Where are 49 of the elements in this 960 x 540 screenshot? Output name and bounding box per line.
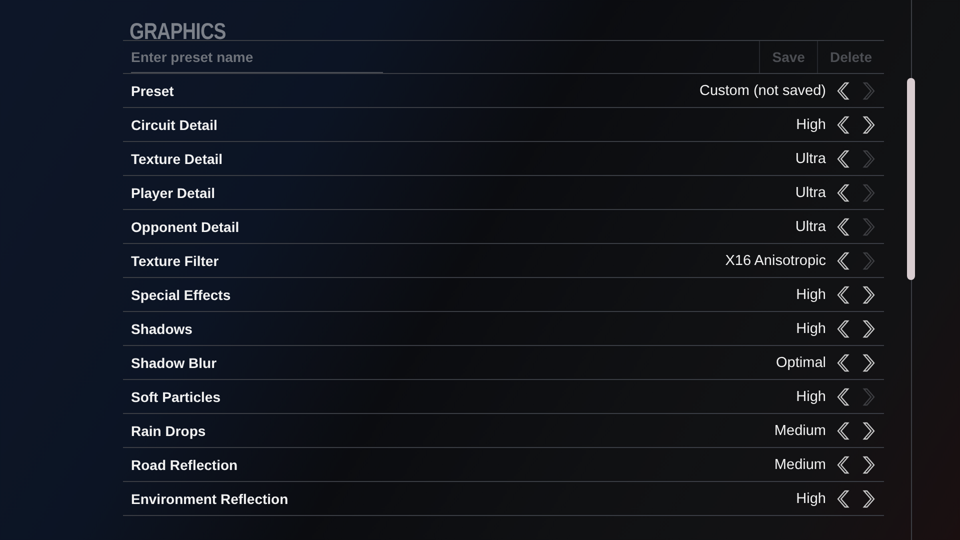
setting-label: Circuit Detail	[131, 116, 218, 132]
page-title: GRAPHICS	[128, 17, 226, 40]
setting-label: Soft Particles	[131, 388, 220, 404]
preset-name-field[interactable]: Enter preset name	[131, 41, 383, 73]
previous-button[interactable]	[836, 286, 852, 304]
setting-label: Shadow Blur	[131, 354, 217, 370]
setting-label: Road Reflection	[131, 456, 238, 472]
previous-button[interactable]	[836, 490, 852, 508]
setting-value: High	[796, 490, 826, 506]
previous-button[interactable]	[836, 184, 852, 202]
next-button[interactable]	[860, 286, 876, 304]
setting-value: High	[796, 286, 826, 302]
setting-value: High	[796, 320, 826, 336]
setting-value: Optimal	[776, 354, 826, 370]
setting-value: Ultra	[795, 218, 826, 234]
next-button[interactable]	[860, 116, 876, 134]
setting-label: Player Detail	[131, 184, 216, 200]
previous-button[interactable]	[836, 422, 852, 440]
scrollbar-thumb[interactable]	[907, 78, 915, 280]
setting-label: Environment Reflection	[131, 490, 288, 506]
previous-button[interactable]	[836, 218, 852, 236]
setting-value: X16 Anisotropic	[725, 252, 826, 268]
setting-label: Texture Filter	[131, 252, 219, 268]
setting-value: Ultra	[795, 184, 826, 200]
setting-value: Ultra	[795, 150, 826, 166]
setting-value: Custom (not saved)	[699, 82, 826, 98]
setting-label: Opponent Detail	[131, 218, 240, 234]
previous-button[interactable]	[836, 456, 852, 474]
previous-button[interactable]	[836, 116, 852, 134]
setting-value: Medium	[774, 422, 826, 438]
setting-value: High	[796, 388, 826, 404]
previous-button[interactable]	[836, 388, 852, 406]
next-button[interactable]	[860, 456, 876, 474]
next-button[interactable]	[860, 422, 876, 440]
previous-button[interactable]	[836, 82, 852, 100]
previous-button[interactable]	[836, 150, 852, 168]
next-button[interactable]	[860, 320, 876, 338]
setting-value: High	[796, 116, 826, 132]
next-button[interactable]	[860, 354, 876, 372]
setting-label: Rain Drops	[131, 422, 206, 438]
previous-button[interactable]	[836, 252, 852, 270]
setting-label: Special Effects	[131, 286, 231, 302]
previous-button[interactable]	[836, 320, 852, 338]
previous-button[interactable]	[836, 354, 852, 372]
next-button[interactable]	[860, 490, 876, 508]
setting-label: Preset	[131, 82, 174, 98]
setting-value: Medium	[774, 456, 826, 472]
setting-label: Shadows	[131, 320, 192, 336]
setting-label: Texture Detail	[131, 150, 223, 166]
